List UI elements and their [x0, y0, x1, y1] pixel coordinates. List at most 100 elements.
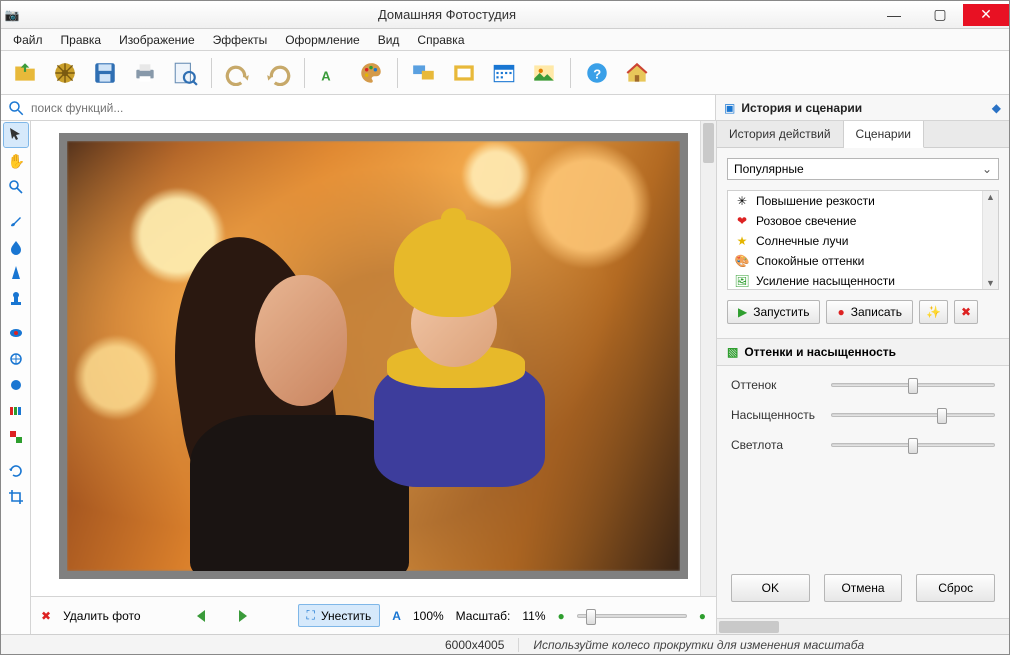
panel-horizontal-scrollbar[interactable]	[717, 618, 1009, 634]
search-input[interactable]	[31, 101, 709, 115]
menu-view[interactable]: Вид	[370, 31, 408, 49]
delete-icon: ✖	[41, 609, 51, 623]
list-item[interactable]: 🎨Спокойные оттенки	[728, 251, 998, 271]
text-button[interactable]: A	[315, 57, 347, 89]
app-icon: 📷	[1, 8, 23, 22]
hsl-sliders: Оттенок Насыщенность Светлота	[717, 366, 1009, 464]
status-bar: 6000x4005 Используйте колесо прокрутки д…	[1, 634, 1009, 654]
actual-size-icon: A	[392, 609, 401, 623]
cancel-button[interactable]: Отмена	[824, 574, 903, 602]
menu-effects[interactable]: Эффекты	[205, 31, 276, 49]
tool-replace-color[interactable]	[4, 425, 28, 449]
window-maximize-button[interactable]: ▢	[917, 4, 963, 26]
svg-text:?: ?	[593, 66, 601, 81]
tool-redeye[interactable]	[4, 321, 28, 345]
combo-value: Популярные	[734, 162, 804, 176]
menu-help[interactable]: Справка	[409, 31, 472, 49]
zoom-slider[interactable]	[577, 614, 687, 618]
tool-stamp[interactable]	[4, 287, 28, 311]
record-button[interactable]: ●Записать	[826, 300, 913, 324]
open-button[interactable]	[9, 57, 41, 89]
slider-thumb[interactable]	[937, 408, 947, 424]
toolbar-separator	[211, 58, 212, 88]
tool-burn[interactable]	[4, 373, 28, 397]
menu-edit[interactable]: Правка	[53, 31, 110, 49]
wand-icon: ✨	[926, 305, 941, 319]
list-item[interactable]: ✳ Повышение резкости	[728, 191, 998, 211]
saturation-slider[interactable]	[831, 413, 995, 417]
print-button[interactable]	[129, 57, 161, 89]
zoom-thumb[interactable]	[586, 609, 596, 625]
save-button[interactable]	[89, 57, 121, 89]
frame-button[interactable]	[448, 57, 480, 89]
star-icon: ★	[734, 234, 750, 248]
menu-file[interactable]: Файл	[5, 31, 51, 49]
wand-button[interactable]: ✨	[919, 300, 948, 324]
fit-label: Унестить	[321, 609, 371, 623]
photo-canvas[interactable]	[67, 141, 680, 571]
palette-button[interactable]	[355, 57, 387, 89]
tool-crop[interactable]	[4, 485, 28, 509]
tab-history[interactable]: История действий	[717, 121, 844, 147]
toolbar-separator	[397, 58, 398, 88]
window-close-button[interactable]: ✕	[963, 4, 1009, 26]
hue-slider[interactable]	[831, 383, 995, 387]
actual-size-button[interactable]: 100%	[413, 609, 444, 623]
tool-blur[interactable]	[4, 235, 28, 259]
tool-sharpen[interactable]	[4, 261, 28, 285]
redo-button[interactable]	[262, 57, 294, 89]
main-toolbar: A ?	[1, 51, 1009, 95]
tab-scenarios[interactable]: Сценарии	[844, 121, 924, 148]
menu-image[interactable]: Изображение	[111, 31, 203, 49]
reset-button[interactable]: Сброс	[916, 574, 995, 602]
close-icon: ✖	[961, 305, 971, 319]
list-item[interactable]: 🖼Усиление насыщенности	[728, 271, 998, 290]
vertical-scrollbar[interactable]	[700, 121, 716, 596]
tool-hand[interactable]: ✋	[4, 149, 28, 173]
preset-category-combo[interactable]: Популярные ⌄	[727, 158, 999, 180]
batch-button[interactable]	[49, 57, 81, 89]
sparkle-icon: ✳	[734, 194, 750, 208]
tool-zoom[interactable]	[4, 175, 28, 199]
delete-preset-button[interactable]: ✖	[954, 300, 978, 324]
tool-pointer[interactable]	[4, 123, 28, 147]
slider-thumb[interactable]	[908, 378, 918, 394]
delete-photo-button[interactable]: Удалить фото	[63, 609, 140, 623]
svg-text:A: A	[321, 68, 331, 83]
list-scrollbar[interactable]	[982, 191, 998, 289]
run-button[interactable]: ▶Запустить	[727, 300, 820, 324]
tool-hue[interactable]	[4, 399, 28, 423]
prev-photo-button[interactable]	[190, 605, 216, 627]
preset-label: Розовое свечение	[756, 214, 856, 228]
palette-icon: 🎨	[734, 254, 750, 268]
pin-icon[interactable]: ◆	[992, 101, 1001, 115]
next-photo-button[interactable]	[228, 605, 254, 627]
postcard-button[interactable]	[528, 57, 560, 89]
list-item[interactable]: ❤Розовое свечение	[728, 211, 998, 231]
home-button[interactable]	[621, 57, 653, 89]
calendar-button[interactable]	[488, 57, 520, 89]
help-button[interactable]: ?	[581, 57, 613, 89]
window-minimize-button[interactable]: —	[871, 4, 917, 26]
toolbar-separator	[570, 58, 571, 88]
preview-button[interactable]	[169, 57, 201, 89]
undo-button[interactable]	[222, 57, 254, 89]
slider-thumb[interactable]	[908, 438, 918, 454]
zoom-in-button[interactable]: ●	[699, 609, 706, 623]
zoom-value: 11%	[522, 609, 545, 623]
collage-button[interactable]	[408, 57, 440, 89]
tool-dodge[interactable]	[4, 347, 28, 371]
zoom-out-button[interactable]: ●	[558, 609, 565, 623]
panel-tabs: История действий Сценарии	[717, 121, 1009, 148]
menu-decor[interactable]: Оформление	[277, 31, 367, 49]
tool-rotate[interactable]	[4, 459, 28, 483]
canvas-viewport[interactable]	[31, 121, 716, 596]
preset-list[interactable]: ✳ Повышение резкости ❤Розовое свечение ★С…	[727, 190, 999, 290]
list-item[interactable]: ★Солнечные лучи	[728, 231, 998, 251]
fit-button[interactable]: ⛶ Унестить	[298, 604, 381, 627]
lightness-slider[interactable]	[831, 443, 995, 447]
photo-subject-child	[374, 218, 546, 424]
ok-button[interactable]: OK	[731, 574, 810, 602]
preset-label: Повышение резкости	[756, 194, 875, 208]
tool-brush[interactable]	[4, 209, 28, 233]
